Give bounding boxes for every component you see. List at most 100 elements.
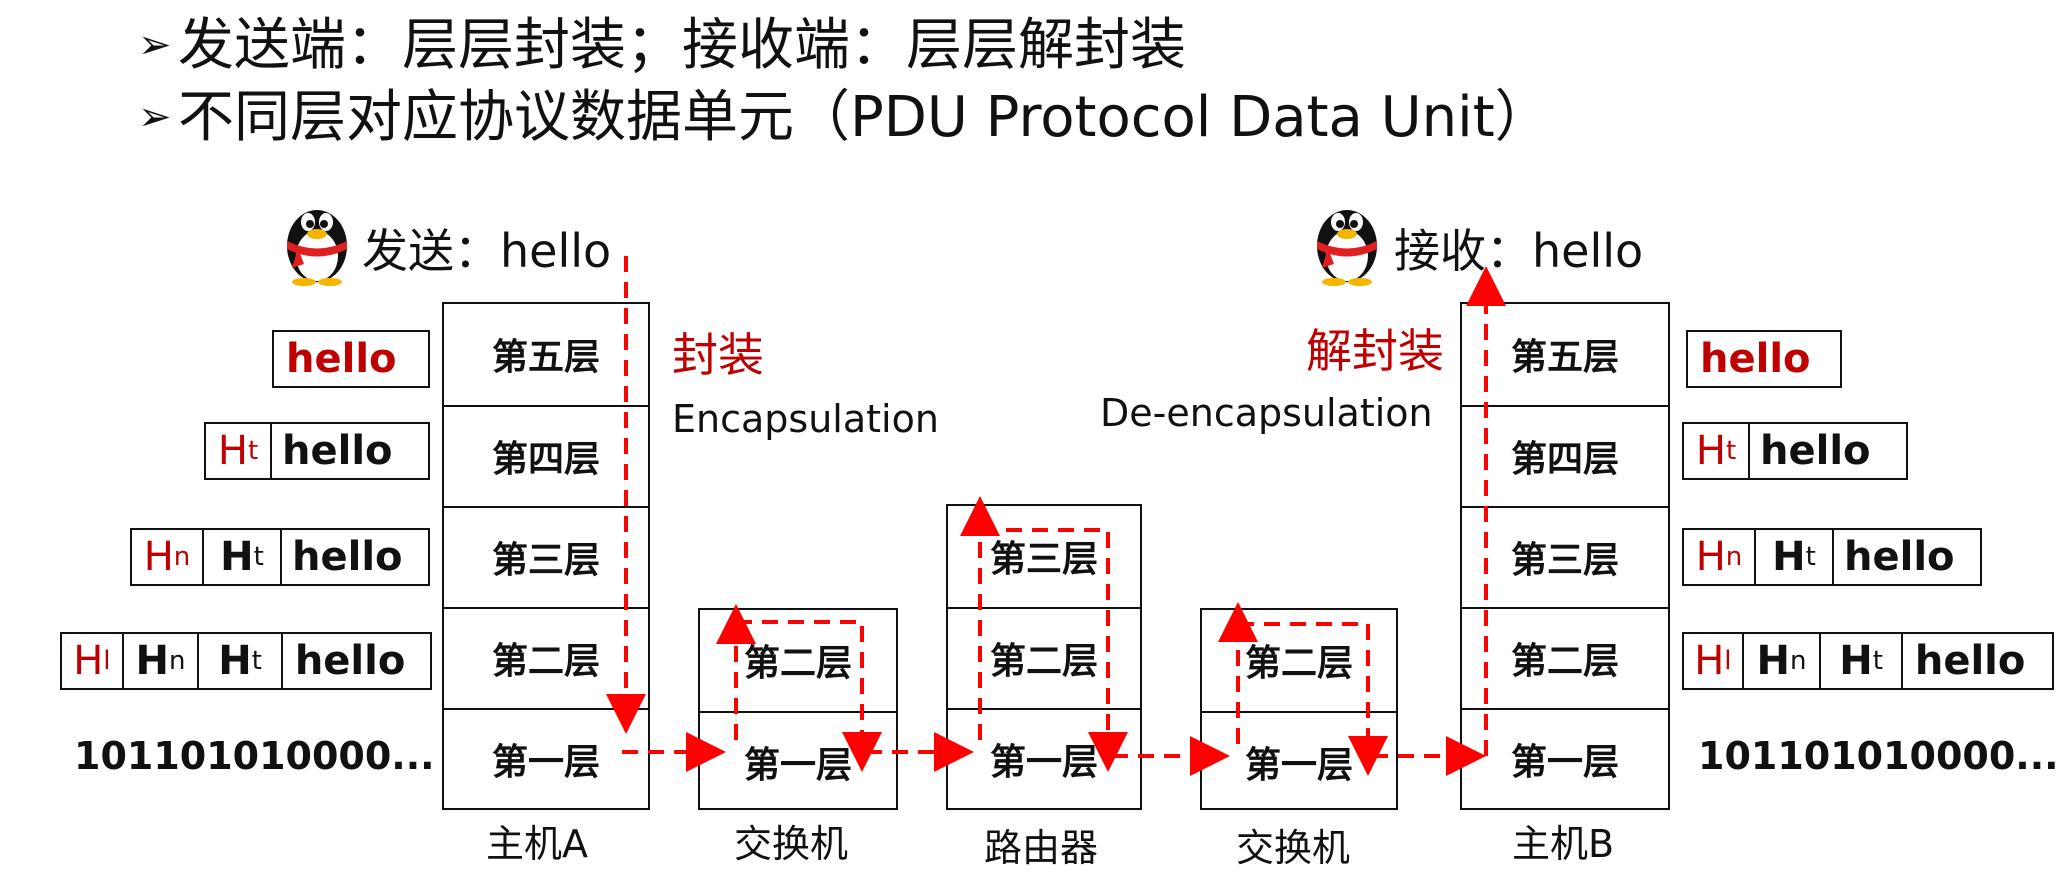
pdu-hello-text: hello (282, 428, 393, 474)
host-b-layer-3: 第三层 (1462, 506, 1668, 606)
pdu-hello-text: hello (286, 336, 397, 382)
switch-1-label: 交换机 (734, 822, 849, 866)
switch-1-layer-1: 第一层 (700, 711, 896, 811)
router-layer-2: 第二层 (948, 607, 1140, 707)
pdu-right-l2: Hl Hn Ht hello (1682, 632, 2054, 690)
pdu-hn-cell: Hn (121, 634, 198, 688)
switch-2-stack: 第二层 第一层 (1200, 608, 1398, 810)
pdu-ht-main: H (220, 534, 254, 580)
decapsulation-subtitle: De-encapsulation (1100, 391, 1433, 435)
pdu-ht-cell: Ht (1754, 530, 1832, 584)
pdu-hello-text: hello (1844, 534, 1955, 580)
sender-caption: 发送：hello (362, 224, 612, 278)
pdu-hn-sub: n (168, 646, 186, 676)
pdu-hn-main: H (1695, 534, 1726, 580)
switch-2-layer-1: 第一层 (1202, 711, 1396, 811)
pdu-data-cell: hello (270, 424, 428, 478)
bullet-text-2: 不同层对应协议数据单元（PDU Protocol Data Unit） (178, 85, 1551, 150)
host-b-layer-1: 第一层 (1462, 708, 1668, 808)
pdu-hn-main: H (143, 534, 174, 580)
pdu-ht-cell: Ht (202, 530, 280, 584)
router-layer-3: 第三层 (989, 539, 1098, 580)
switch-2-label: 交换机 (1236, 826, 1351, 870)
pdu-left-l3: Hn Ht hello (130, 528, 430, 586)
pdu-ht-sub: t (251, 646, 262, 676)
pdu-hello-text: hello (294, 638, 406, 684)
encapsulation-subtitle: Encapsulation (672, 397, 939, 441)
switch-1-layer-2: 第二层 (743, 643, 852, 684)
pdu-hello-text: hello (292, 534, 403, 580)
pdu-hl-cell: Hl (62, 634, 122, 688)
host-a-layer-5: 第五层 (491, 337, 600, 378)
pdu-ht-main: H (218, 638, 252, 684)
bullet-text-1: 发送端：层层封装；接收端：层层解封装 (178, 13, 1186, 78)
pdu-hl-sub: l (1724, 646, 1732, 676)
pdu-hn-sub: n (1790, 646, 1807, 676)
router-stack: 第三层 第二层 第一层 (946, 504, 1142, 810)
pdu-hn-cell: Hn (1684, 530, 1754, 584)
receiver-caption: 接收：hello (1394, 224, 1644, 278)
host-a-label: 主机A (486, 822, 588, 866)
host-a-layer-1: 第一层 (444, 708, 648, 808)
host-b-label: 主机B (1512, 822, 1615, 866)
pdu-left-l4: Ht hello (204, 422, 430, 480)
pdu-ht-sub: t (1872, 646, 1883, 676)
pdu-ht-main: H (1695, 428, 1726, 474)
pdu-hn-cell: Hn (132, 530, 202, 584)
host-a-layer-4: 第四层 (444, 405, 648, 505)
penguin-sender-icon (280, 194, 354, 286)
pdu-right-l4: Ht hello (1682, 422, 1908, 480)
bullet-send-receive: ➢ 发送端：层层封装；接收端：层层解封装 (138, 14, 1186, 81)
pdu-hn-cell: Hn (1741, 634, 1820, 688)
pdu-ht-sub: t (1725, 436, 1737, 466)
bits-right: 101101010000... (1698, 734, 2059, 778)
pdu-hn-sub: n (1725, 542, 1743, 572)
pdu-data-cell: hello (274, 332, 428, 386)
pdu-hello-text: hello (1914, 638, 2026, 684)
pdu-ht-sub: t (247, 436, 259, 466)
pdu-ht-cell: Ht (1684, 424, 1748, 478)
pdu-left-l5: hello (272, 330, 430, 388)
bits-left: 101101010000... (74, 734, 435, 778)
pdu-ht-main: H (1772, 534, 1806, 580)
host-b-stack: 第五层 第四层 第三层 第二层 第一层 (1460, 302, 1670, 810)
host-a-stack: 第五层 第四层 第三层 第二层 第一层 (442, 302, 650, 810)
pdu-right-l3: Hn Ht hello (1682, 528, 1982, 586)
pdu-hl-main: H (73, 638, 104, 684)
pdu-ht-cell: Ht (197, 634, 281, 688)
bullet-arrow-icon: ➢ (138, 93, 172, 140)
pdu-data-cell: hello (1688, 332, 1840, 386)
pdu-hello-text: hello (1760, 428, 1871, 474)
bullet-pdu: ➢ 不同层对应协议数据单元（PDU Protocol Data Unit） (138, 86, 1551, 153)
pdu-right-l5: hello (1686, 330, 1842, 388)
pdu-hl-cell: Hl (1684, 634, 1742, 688)
pdu-data-cell: hello (280, 634, 430, 688)
decapsulation-title: 解封装 (1306, 324, 1444, 378)
router-layer-1: 第一层 (948, 708, 1140, 808)
router-label: 路由器 (984, 826, 1099, 870)
pdu-hn-sub: n (173, 542, 191, 572)
host-b-layer-5: 第五层 (1510, 337, 1619, 378)
bullet-arrow-icon: ➢ (138, 21, 172, 68)
pdu-data-cell: hello (280, 530, 428, 584)
switch-1-stack: 第二层 第一层 (698, 608, 898, 810)
pdu-left-l2: Hl Hn Ht hello (60, 632, 432, 690)
pdu-data-cell: hello (1748, 424, 1906, 478)
host-a-layer-2: 第二层 (444, 607, 648, 707)
pdu-hl-sub: l (103, 646, 111, 676)
pdu-ht-main: H (1839, 638, 1873, 684)
pdu-hello-text: hello (1700, 336, 1811, 382)
pdu-hn-main: H (1756, 638, 1790, 684)
pdu-ht-main: H (217, 428, 248, 474)
pdu-ht-sub: t (253, 542, 264, 572)
host-b-layer-4: 第四层 (1462, 405, 1668, 505)
penguin-receiver-icon (1310, 194, 1384, 286)
pdu-ht-cell: Ht (1819, 634, 1901, 688)
switch-2-layer-2: 第二层 (1244, 643, 1353, 684)
pdu-hn-main: H (135, 638, 169, 684)
host-b-layer-2: 第二层 (1462, 607, 1668, 707)
host-a-layer-3: 第三层 (444, 506, 648, 606)
pdu-data-cell: hello (1900, 634, 2052, 688)
pdu-ht-cell: Ht (206, 424, 270, 478)
pdu-ht-sub: t (1805, 542, 1816, 572)
